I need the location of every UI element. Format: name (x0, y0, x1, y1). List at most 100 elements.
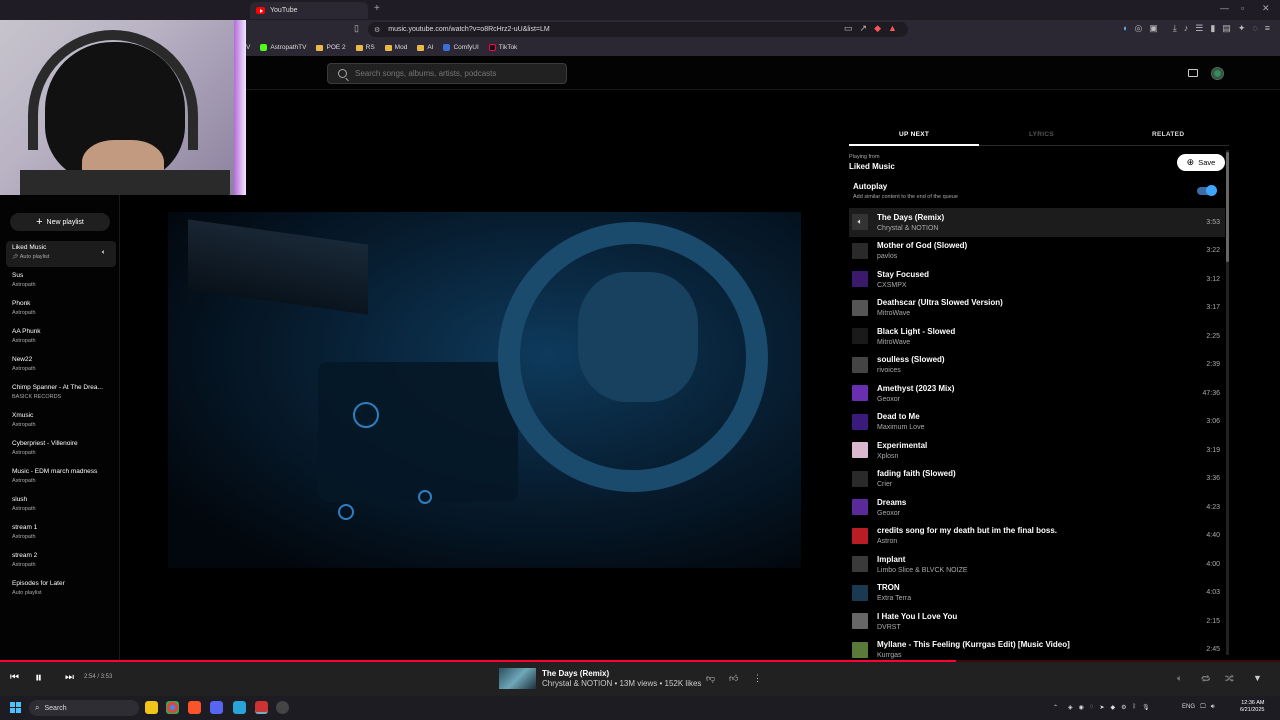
queue-item-artist[interactable]: CXSMPX (877, 282, 1206, 289)
menu-icon[interactable]: ≡ (1265, 23, 1270, 34)
chrome-icon[interactable] (166, 701, 179, 714)
system-tray[interactable]: 🖵︎ 🔊︎ (1200, 704, 1215, 711)
brave-shield-icon[interactable]: ◆ (874, 23, 881, 34)
share-icon[interactable]: ↗ (860, 23, 868, 34)
queue-item-artist[interactable]: Maximum Love (877, 424, 1206, 431)
reading-list-icon[interactable]: ☰ (1195, 23, 1203, 34)
bookmark-item[interactable]: TikTok (488, 44, 517, 51)
extension-icon[interactable]: ◎ (1134, 23, 1142, 34)
queue-item[interactable]: TRON Extra Terra 4:03 (849, 579, 1225, 608)
tray-app-icon[interactable]: ➤ (1099, 704, 1104, 711)
queue-item-artist[interactable]: Chrystal & NOTION (877, 225, 1206, 232)
queue-item-artist[interactable]: MitroWave (877, 310, 1206, 317)
maximize-button[interactable]: ▫ (1241, 3, 1244, 13)
address-bar[interactable]: ⚙ music.youtube.com/watch?v=o8RcHrz2-uU&… (368, 22, 908, 37)
queue-item-artist[interactable]: Limbo Slice & BLVCK NOIZE (877, 567, 1206, 574)
taskbar-search[interactable]: ⌕ Search (29, 700, 139, 716)
volume-icon[interactable]: 🔈︎ (1177, 673, 1182, 684)
dislike-icon[interactable]: 👎︎ (706, 673, 715, 684)
queue-item[interactable]: Experimental Xplosn 3:19 (849, 436, 1225, 465)
bookmark-folder[interactable]: POE 2 (316, 44, 346, 51)
leo-icon[interactable]: ✦ (1238, 23, 1246, 34)
install-app-icon[interactable]: ▭ (844, 23, 853, 34)
tab-lyrics[interactable]: LYRICS (1029, 131, 1054, 138)
new-playlist-button[interactable]: + New playlist (10, 213, 110, 231)
extension-icon[interactable]: ◖ (1122, 23, 1127, 34)
bluetooth-icon[interactable]: ᛒ (1133, 704, 1137, 711)
save-button[interactable]: ⊕ Save (1177, 154, 1225, 171)
download-icon[interactable]: ⤓ (1173, 23, 1177, 34)
queue-scrollbar[interactable] (1226, 150, 1229, 655)
sidebar-playlist-item[interactable]: Chimp Spanner - At The Drea... BASICK REC… (6, 381, 116, 407)
queue-item-artist[interactable]: Extra Terra (877, 595, 1206, 602)
queue-item-artist[interactable]: Xplosn (877, 453, 1206, 460)
bookmark-item[interactable]: AstropathTV (260, 44, 306, 51)
queue-item-artist[interactable]: Astron (877, 538, 1206, 545)
queue-item-artist[interactable]: Kurrgas (877, 652, 1206, 659)
sidebar-playlist-item[interactable]: Phonk Astropath (6, 297, 116, 323)
extension-icon[interactable]: ▣ (1149, 23, 1158, 34)
scrollbar-thumb[interactable] (1226, 152, 1229, 262)
search-input[interactable] (355, 69, 555, 78)
sidebar-playlist-item[interactable]: AA Phunk Astropath (6, 325, 116, 351)
queue-item[interactable]: 🔈︎ The Days (Remix) Chrystal & NOTION 3:53 (849, 208, 1225, 237)
tray-app-icon[interactable]: ◈ (1068, 704, 1073, 711)
queue-item[interactable]: Amethyst (2023 Mix) Geoxor 47:36 (849, 379, 1225, 408)
site-info-icon[interactable]: ⚙ (374, 26, 380, 34)
microphone-icon[interactable]: 🎙︎ (1142, 704, 1150, 711)
obs-icon[interactable] (255, 701, 268, 714)
queue-item-artist[interactable]: Crier (877, 481, 1206, 488)
bookmark-folder[interactable]: AI (417, 44, 433, 51)
close-window-button[interactable]: ✕ (1262, 3, 1270, 14)
vpn-icon[interactable]: ◌ (1252, 23, 1257, 34)
now-playing-thumbnail[interactable] (499, 668, 536, 689)
queue-item-artist[interactable]: MitroWave (877, 339, 1206, 346)
previous-icon[interactable]: ⏮ (10, 672, 19, 683)
brave-icon[interactable] (188, 701, 201, 714)
queue-item[interactable]: Dead to Me Maximum Love 3:06 (849, 408, 1225, 437)
autoplay-toggle[interactable] (1197, 185, 1217, 196)
sidebar-icon[interactable]: ▮ (1210, 23, 1215, 34)
sidebar-playlist-item[interactable]: Sus Astropath (6, 269, 116, 295)
rewards-icon[interactable]: ▲ (888, 23, 897, 34)
music-icon[interactable]: ♪ (1184, 23, 1189, 34)
avatar[interactable] (1211, 67, 1224, 80)
browser-tab[interactable]: YouTube (250, 2, 368, 19)
queue-item[interactable]: credits song for my death but im the fin… (849, 522, 1225, 551)
tray-overflow-icon[interactable]: ⌃ (1053, 704, 1058, 711)
queue-item[interactable]: Myllane - This Feeling (Kurrgas Edit) [M… (849, 636, 1225, 661)
search-bar[interactable] (327, 63, 567, 84)
telegram-icon[interactable] (233, 701, 246, 714)
queue-item-artist[interactable]: rivoices (877, 367, 1206, 374)
queue-item[interactable]: Implant Limbo Slice & BLVCK NOIZE 4:00 (849, 550, 1225, 579)
bookmark-folder[interactable]: Mod (384, 44, 407, 51)
sidebar-playlist-item[interactable]: New22 Astropath (6, 353, 116, 379)
next-icon[interactable]: ⏭ (65, 672, 74, 683)
pause-icon[interactable]: ⏸ (35, 669, 42, 686)
sidebar-playlist-item[interactable]: Episodes for Later Auto playlist (6, 577, 116, 603)
repeat-icon[interactable]: 🔁︎ (1201, 673, 1210, 686)
tray-app-icon[interactable]: ◆ (1110, 704, 1115, 711)
like-icon[interactable]: 👍︎ (729, 673, 738, 684)
queue-item[interactable]: Black Light - Slowed MitroWave 2:25 (849, 322, 1225, 351)
queue-item[interactable]: soulless (Slowed) rivoices 2:39 (849, 351, 1225, 380)
tray-app-icon[interactable]: ⚙ (1121, 704, 1126, 711)
app-icon[interactable] (276, 701, 289, 714)
queue-item[interactable]: I Hate You I Love You DVRST 2:15 (849, 607, 1225, 636)
bookmark-folder[interactable]: RS (355, 44, 375, 51)
cast-icon[interactable] (1188, 69, 1198, 77)
start-icon[interactable] (10, 702, 21, 713)
language-indicator[interactable]: ENG (1182, 704, 1195, 710)
sidebar-playlist-item[interactable]: Cyberpriest - Villenoire Astropath (6, 437, 116, 463)
tray-app-icon[interactable]: ◌ (1090, 704, 1094, 711)
sidebar-playlist-item[interactable]: Music - EDM march madness Astropath (6, 465, 116, 491)
sidebar-playlist-item[interactable]: slush Astropath (6, 493, 116, 519)
queue-item-artist[interactable]: Geoxor (877, 510, 1206, 517)
queue-item[interactable]: Dreams Geoxor 4:23 (849, 493, 1225, 522)
bookmark-item[interactable]: V (246, 44, 250, 51)
video-player[interactable] (168, 212, 801, 568)
more-options-icon[interactable]: ⋮ (753, 673, 762, 684)
queue-item-artist[interactable]: pavlos (877, 253, 1206, 260)
new-tab-button[interactable]: + (374, 3, 380, 14)
file-explorer-icon[interactable] (145, 701, 158, 714)
